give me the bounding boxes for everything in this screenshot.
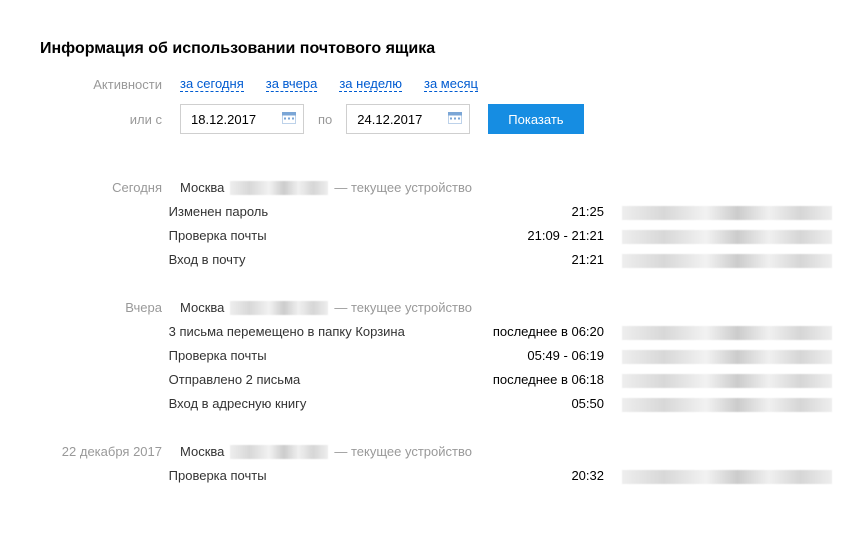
location-city: Москва <box>180 176 224 200</box>
to-label: по <box>318 112 332 127</box>
blurred-text <box>622 374 832 388</box>
event-text: Проверка почты <box>169 344 441 368</box>
location-city: Москва <box>180 440 224 464</box>
date-to-input[interactable] <box>346 104 470 134</box>
day-label: Сегодня <box>40 176 180 200</box>
event-time: 21:21 <box>441 248 604 272</box>
filter-yesterday[interactable]: за вчера <box>266 76 318 92</box>
page-title: Информация об использовании почтового ящ… <box>40 40 838 58</box>
event-text: 3 письма перемещено в папку Корзина <box>169 320 441 344</box>
blurred-text <box>622 254 832 268</box>
blurred-text <box>622 398 832 412</box>
event-text: Вход в почту <box>169 248 441 272</box>
blurred-text <box>230 301 328 315</box>
event-text: Проверка почты <box>169 224 441 248</box>
location-suffix: — текущее устройство <box>334 176 472 200</box>
location-suffix: — текущее устройство <box>334 440 472 464</box>
event-time: последнее в 06:20 <box>441 320 604 344</box>
blurred-text <box>622 350 832 364</box>
location-city: Москва <box>180 296 224 320</box>
event-text: Отправлено 2 письма <box>169 368 441 392</box>
blurred-text <box>622 230 832 244</box>
filter-week[interactable]: за неделю <box>339 76 402 92</box>
location-suffix: — текущее устройство <box>334 296 472 320</box>
day-label: Вчера <box>40 296 180 320</box>
day-label: 22 декабря 2017 <box>40 440 180 464</box>
event-text: Проверка почты <box>169 464 441 488</box>
blurred-text <box>230 445 328 459</box>
blurred-text <box>622 326 832 340</box>
event-time: 21:09 - 21:21 <box>441 224 604 248</box>
event-time: 21:25 <box>441 200 604 224</box>
event-time: 05:49 - 06:19 <box>441 344 604 368</box>
event-text: Изменен пароль <box>169 200 441 224</box>
or-from-label: или с <box>40 112 180 127</box>
date-from-input[interactable] <box>180 104 304 134</box>
blurred-text <box>230 181 328 195</box>
filter-month[interactable]: за месяц <box>424 76 478 92</box>
filter-today[interactable]: за сегодня <box>180 76 244 92</box>
event-text: Вход в адресную книгу <box>169 392 441 416</box>
event-time: 20:32 <box>441 464 604 488</box>
event-time: 05:50 <box>441 392 604 416</box>
blurred-text <box>622 206 832 220</box>
activity-label: Активности <box>40 77 180 92</box>
blurred-text <box>622 470 832 484</box>
show-button[interactable]: Показать <box>488 104 583 134</box>
event-time: последнее в 06:18 <box>441 368 604 392</box>
